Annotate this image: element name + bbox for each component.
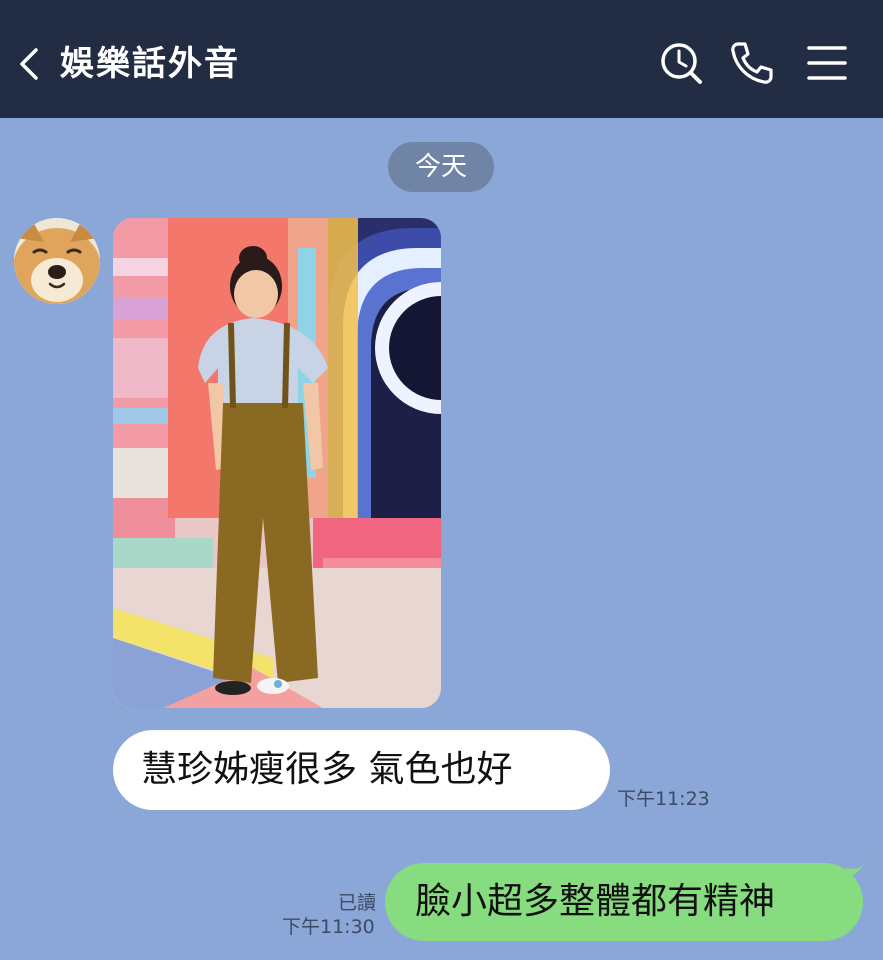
menu-icon[interactable] — [804, 40, 850, 86]
dog-avatar-icon — [14, 218, 100, 304]
message-timestamp: 下午11:30 — [282, 916, 375, 938]
phone-icon[interactable] — [728, 40, 774, 86]
search-clock-icon[interactable] — [658, 40, 704, 86]
incoming-message-bubble[interactable]: 慧珍姊瘦很多 氣色也好 — [113, 730, 610, 810]
sender-avatar[interactable] — [14, 218, 100, 304]
date-separator: 今天 — [388, 142, 494, 192]
read-receipt: 已讀 — [337, 892, 376, 914]
outgoing-message-bubble[interactable]: 臉小超多整體都有精神 — [385, 863, 863, 941]
image-message[interactable] — [113, 218, 441, 708]
message-timestamp: 下午11:23 — [617, 788, 710, 810]
chat-title: 娛樂話外音 — [60, 44, 240, 84]
photo-image — [113, 218, 441, 708]
chevron-left-icon[interactable] — [14, 44, 44, 84]
chat-area[interactable]: 今天 慧珍姊瘦很多 氣色也好 下午11:23 已讀 下午11:30 臉小超多整體… — [0, 118, 883, 960]
chat-header: 娛樂話外音 — [0, 0, 883, 118]
